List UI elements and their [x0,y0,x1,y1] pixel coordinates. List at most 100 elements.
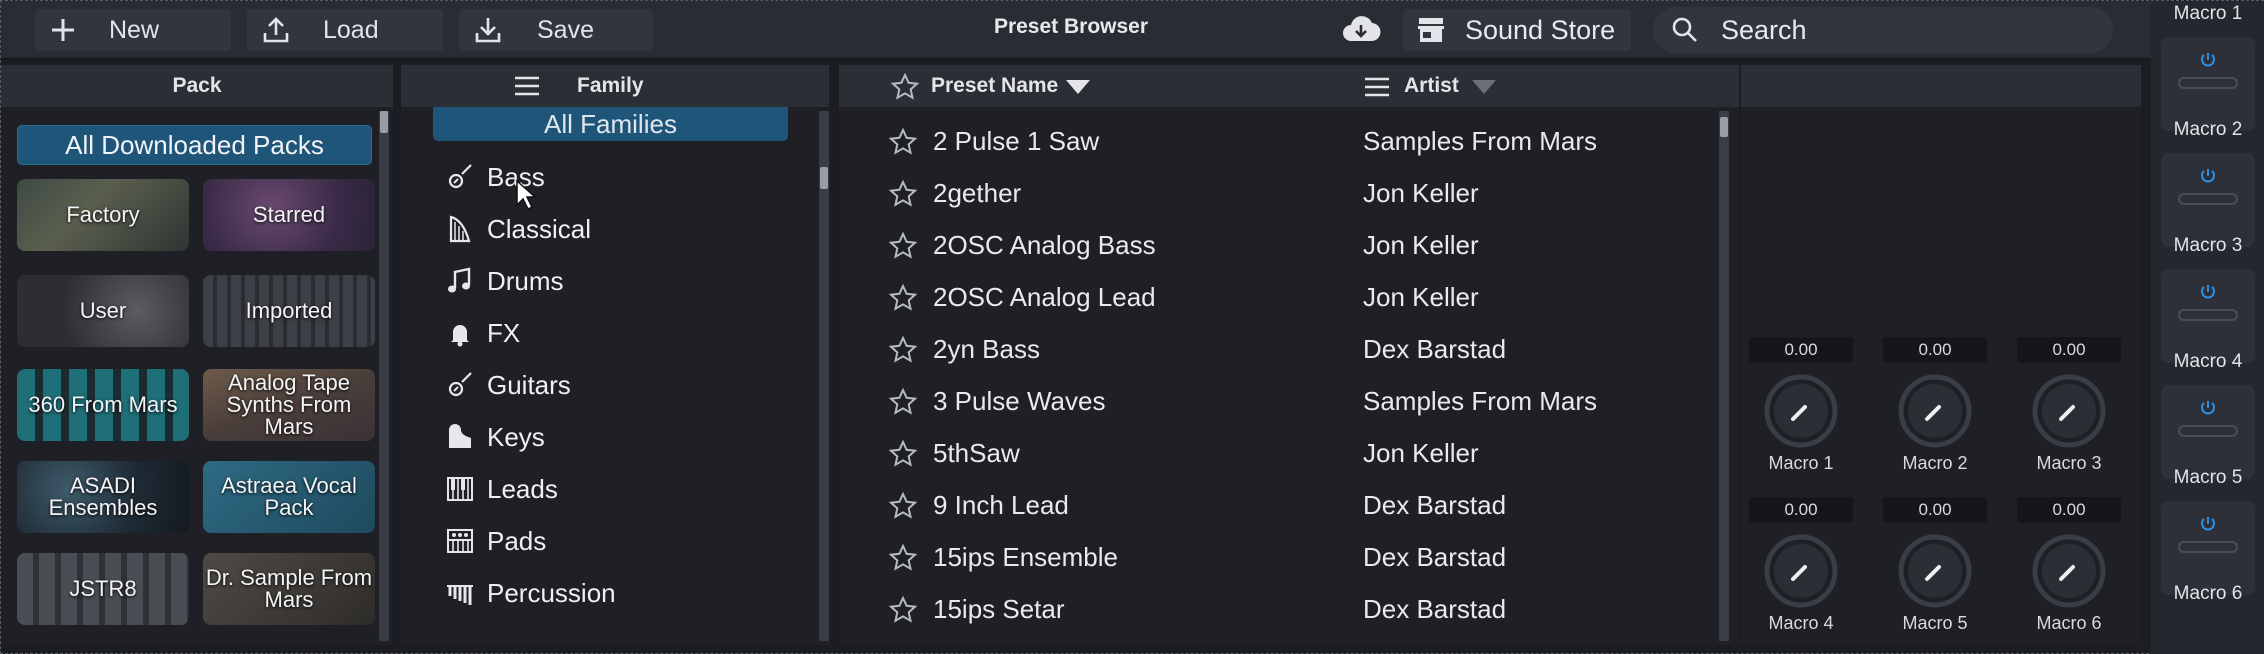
power-icon[interactable] [2199,167,2217,185]
family-scrollbar[interactable] [819,111,829,641]
preset-name: 2 Pulse 1 Saw [933,125,1100,156]
power-icon[interactable] [2199,51,2217,69]
power-icon[interactable] [2199,515,2217,533]
preset-scrollbar[interactable] [1719,111,1729,641]
star-icon[interactable] [889,128,917,156]
preset-row[interactable]: 15ips Setar Dex Barstad [839,583,1719,635]
preset-name-header[interactable]: Preset Name [931,74,1058,98]
artist-menu-icon[interactable] [1363,76,1391,98]
preset-name: 15ips Ensemble [933,541,1118,572]
pack-tile-starred[interactable]: Starred [203,179,375,251]
mouse-cursor-icon [516,179,537,211]
macro-value[interactable]: 0.00 [2017,337,2121,363]
macro-value[interactable]: 0.00 [2017,497,2121,523]
macro-knob[interactable] [1763,373,1839,449]
sound-store-button[interactable]: Sound Store [1403,9,1631,51]
pack-tile-imported[interactable]: Imported [203,275,375,347]
star-filter-icon[interactable] [891,73,919,101]
macro-value[interactable]: 0.00 [1749,497,1853,523]
pack-tile-factory[interactable]: Factory [17,179,189,251]
star-icon[interactable] [889,232,917,260]
macro-knob[interactable] [1897,533,1973,609]
strip-macro-slot[interactable] [2161,385,2255,479]
strip-toggle[interactable] [2178,193,2238,205]
strip-toggle[interactable] [2178,425,2238,437]
artist-header[interactable]: Artist [1404,74,1459,98]
macro-value[interactable]: 0.00 [1883,337,1987,363]
preset-artist: Dex Barstad [1363,333,1507,364]
macro-knob[interactable] [2031,533,2107,609]
pack-scroll-thumb[interactable] [380,111,388,133]
all-downloaded-packs-button[interactable]: All Downloaded Packs [17,125,372,165]
save-button[interactable]: Save [459,9,653,51]
preset-row[interactable]: 2OSC Analog Lead Jon Keller [839,271,1719,323]
menu-icon[interactable] [513,75,541,97]
artist-sort-icon[interactable] [1471,79,1497,95]
strip-toggle[interactable] [2178,541,2238,553]
family-item-label: Drums [487,265,564,296]
macro-knob[interactable] [1897,373,1973,449]
family-item-fx[interactable]: FX [445,313,520,353]
strip-macro-slot[interactable] [2161,269,2255,363]
all-families-button[interactable]: All Families [433,107,788,141]
preset-artist: Jon Keller [1363,281,1479,312]
star-icon[interactable] [889,336,917,364]
pack-tile-astraea[interactable]: Astraea Vocal Pack [203,461,375,533]
strip-macro-slot[interactable] [2161,153,2255,247]
preset-row[interactable]: 2 Pulse 1 Saw Samples From Mars [839,115,1719,167]
strip-macro-label: Macro 2 [2173,119,2243,140]
preset-row[interactable]: 2OSC Analog Bass Jon Keller [839,219,1719,271]
preset-row[interactable]: 2yn Bass Dex Barstad [839,323,1719,375]
search-placeholder: Search [1721,14,1807,45]
power-icon[interactable] [2199,283,2217,301]
pack-column-header[interactable]: Pack [1,65,393,107]
preset-row[interactable]: 9 Inch Lead Dex Barstad [839,479,1719,531]
pack-tile-analog-tape[interactable]: Analog Tape Synths From Mars [203,369,375,441]
family-item-pads[interactable]: Pads [445,521,546,561]
family-item-keys[interactable]: Keys [445,417,545,457]
family-item-label: Classical [487,213,592,244]
pack-tile-dr-sample[interactable]: Dr. Sample From Mars [203,553,375,625]
family-item-guitars[interactable]: Guitars [445,365,571,405]
power-icon[interactable] [2199,399,2217,417]
pack-tile-asadi[interactable]: ASADI Ensembles [17,461,189,533]
strip-macro-label: Macro 1 [2173,3,2243,24]
sort-down-icon[interactable] [1065,79,1091,95]
preset-row[interactable]: 15ips Ensemble Dex Barstad [839,531,1719,583]
family-item-leads[interactable]: Leads [445,469,558,509]
star-icon[interactable] [889,596,917,624]
star-icon[interactable] [889,440,917,468]
macro-knob[interactable] [2031,373,2107,449]
new-button[interactable]: New [35,9,231,51]
family-scroll-thumb[interactable] [820,167,828,189]
family-item-classical[interactable]: Classical [445,209,591,249]
preset-scroll-thumb[interactable] [1720,117,1728,137]
family-item-percussion[interactable]: Percussion [445,573,616,613]
preset-row[interactable]: 2gether Jon Keller [839,167,1719,219]
star-icon[interactable] [889,180,917,208]
window-title: Preset Browser [993,15,1149,38]
macro-value[interactable]: 0.00 [1883,497,1987,523]
cloud-sync-icon[interactable] [1341,13,1381,52]
pack-tile-jstr8[interactable]: JSTR8 [17,553,189,625]
star-icon[interactable] [889,388,917,416]
star-icon[interactable] [889,492,917,520]
strip-toggle[interactable] [2178,77,2238,89]
preset-row[interactable]: 5thSaw Jon Keller [839,427,1719,479]
search-input[interactable]: Search [1653,7,2113,53]
load-button[interactable]: Load [247,9,443,51]
pack-tile-360-from-mars[interactable]: 360 From Mars [17,369,189,441]
sound-store-label: Sound Store [1465,14,1616,45]
preset-row[interactable]: 3 Pulse Waves Samples From Mars [839,375,1719,427]
family-column-header[interactable]: Family [401,65,829,107]
star-icon[interactable] [889,284,917,312]
macro-knob[interactable] [1763,533,1839,609]
family-item-drums[interactable]: Drums [445,261,564,301]
strip-macro-slot[interactable] [2161,37,2255,131]
pack-tile-user[interactable]: User [17,275,189,347]
macro-value[interactable]: 0.00 [1749,337,1853,363]
strip-toggle[interactable] [2178,309,2238,321]
star-icon[interactable] [889,544,917,572]
strip-macro-slot[interactable] [2161,501,2255,595]
pack-scrollbar[interactable] [379,111,389,641]
